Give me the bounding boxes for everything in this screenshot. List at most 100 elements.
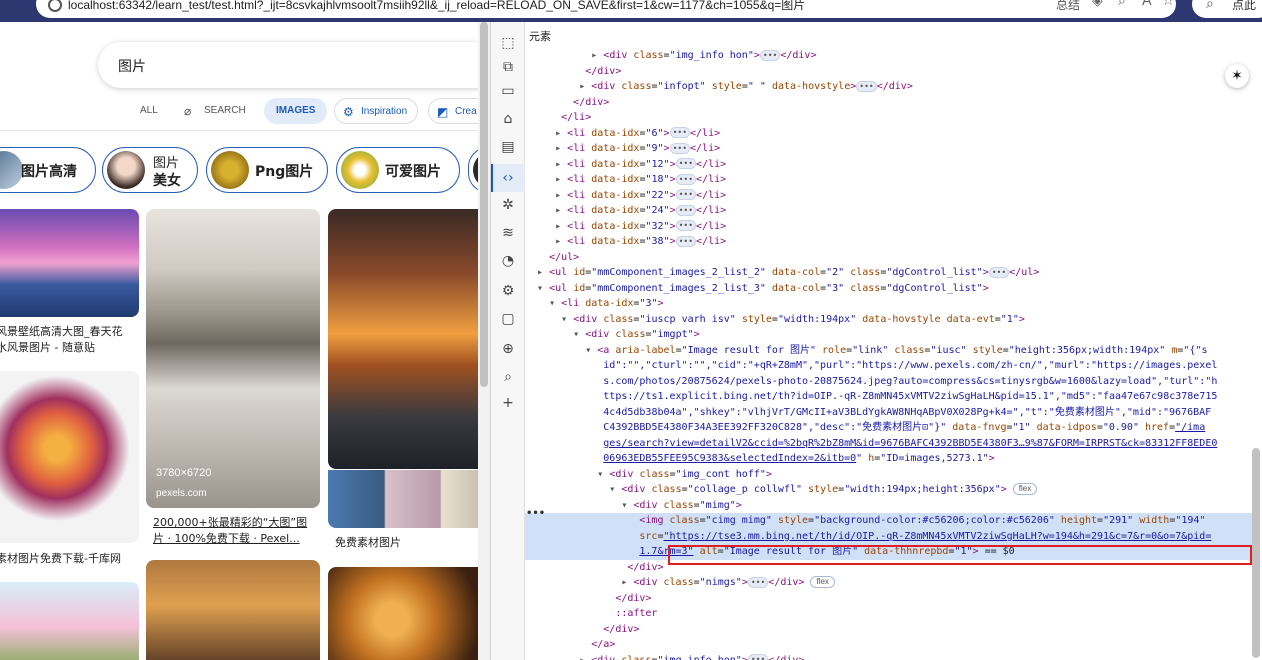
dom-node-selected[interactable]: src="https://tse3.mm.bing.net/th/id/OIP.… [525,528,1253,544]
dom-node[interactable]: ▸ <li data-idx="6"> ••• </li> [525,126,1253,142]
chip-label: 图片高清 [21,164,77,180]
tab-inspiration[interactable]: ⚙ Inspiration [334,98,419,124]
dom-node[interactable]: 06963EDB55FEE95C9383&selectedIndex=2&itb… [525,451,1253,467]
reader-icon[interactable]: ◈ [1092,0,1103,9]
page-scrollbar[interactable] [478,22,490,660]
dom-node[interactable]: </div> [525,95,1253,111]
tab-all[interactable]: ALL [140,98,158,124]
dom-node-selected[interactable]: <img class="cimg mimg" style="background… [525,513,1253,529]
dom-node[interactable]: ▸ <li data-idx="22"> ••• </li> [525,188,1253,204]
dom-node[interactable]: ▾ <div class="iuscp varh isv" style="wid… [525,312,1253,328]
memory-icon[interactable]: ⚙ [499,282,517,300]
chip-beauty[interactable]: 图片 美女 [102,147,198,193]
elements-icon[interactable]: ‹› [499,169,517,187]
dom-node[interactable]: </ul> [525,250,1253,266]
device-icon[interactable]: ⧉ [499,58,517,76]
dom-node[interactable]: ▾ <a aria-label="Image result for 图片" ro… [525,343,1253,359]
dom-node[interactable]: ▸ <div class="nimgs"> ••• </div> flex [525,575,1253,591]
chip-thumbnail [0,151,23,189]
security-icon[interactable]: ⊕ [499,340,517,358]
dom-node[interactable]: ▾ <div class="collage_p collwfl" style="… [525,482,1253,498]
chip-thumbnail [107,151,145,189]
image-caption[interactable]: 免费素材图片 [335,535,401,551]
devtools-scrollbar-thumb[interactable] [1252,448,1260,658]
chip-label-line2: 美女 [153,173,181,189]
page-scrollbar-thumb[interactable] [480,22,488,387]
dom-node[interactable]: C4392BBD5E4380F34A3EE392FF320C828","desc… [525,420,1253,436]
dom-node[interactable]: ttps://ts1.explicit.bing.net/th?id=OIP.-… [525,389,1253,405]
chip-hd[interactable]: 图片高清 [0,147,96,193]
sidebar-search-text: 点此 [1232,0,1257,12]
dom-node[interactable]: ▸ <li data-idx="9"> ••• </li> [525,141,1253,157]
add-tool-icon[interactable]: + [499,394,517,412]
image-caption[interactable]: 水风景图片 - 随意贴 [0,340,95,356]
image-caption[interactable]: 风景壁纸高清大图_春天花 [0,324,123,340]
chip-cute[interactable]: 可爱图片 [336,147,460,193]
dom-node[interactable]: ▸ <div class="infopt" style=" " data-hov… [525,79,1253,95]
tabs-divider [0,130,478,131]
dom-node[interactable]: ▾ <div class="imgpt"> [525,327,1253,343]
dom-node[interactable]: ▾ <div class="img_cont hoff"> [525,467,1253,483]
dom-node[interactable]: </div> [525,591,1253,607]
inspect-icon[interactable]: ⬚ [499,34,517,52]
devtools-activity-bar: ⬚ ⧉ ▭ ⌂ ▤ ‹› ✲ ≋ ◔ ⚙ ▢ ⊕ ⌕ + [491,22,525,660]
chip-png[interactable]: Png图片 [206,147,328,193]
dom-node[interactable]: 4c4d5db38b04a","shkey":"vlhjVrT/GMcII+aV… [525,405,1253,421]
dom-node[interactable]: ▾ <ul id="mmComponent_images_2_list_3" d… [525,281,1253,297]
console-icon[interactable]: ▤ [499,138,517,156]
search-icon[interactable]: ⌕ [1118,0,1126,9]
welcome-icon[interactable]: ⌂ [499,110,517,128]
image-caption-link[interactable]: 片 · 100%免费下载 · Pexel... [153,531,300,547]
browser-toolbar: localhost:63342/learn_test/test.html?_ij… [0,0,1262,22]
dom-node[interactable]: </li> [525,110,1253,126]
search-query[interactable]: 图片 [118,56,146,76]
node-actions-dots[interactable]: ••• [526,508,545,519]
dom-node[interactable]: ▸ <li data-idx="24"> ••• </li> [525,203,1253,219]
search-box[interactable]: 图片 [98,42,490,88]
dom-node[interactable]: ▸ <div class="img_info hon"> ••• </div> [525,48,1253,64]
performance-icon[interactable]: ◔ [499,252,517,270]
dom-node[interactable]: ▸ <ul id="mmComponent_images_2_list_2" d… [525,265,1253,281]
chip-label: Png图片 [255,164,314,180]
dom-node[interactable]: ▸ <li data-idx="32"> ••• </li> [525,219,1253,235]
dom-node[interactable]: s.com/photos/20875624/pexels-photo-20875… [525,374,1253,390]
dom-node[interactable]: ▾ <div class="mimg"> [525,498,1253,514]
image-caption[interactable]: 素材图片免费下载-千库网 [0,551,121,567]
image-collage[interactable] [328,470,488,528]
dom-node[interactable]: </div> [525,622,1253,638]
dom-node[interactable]: ▸ <li data-idx="38"> ••• </li> [525,234,1253,250]
application-icon[interactable]: ▢ [499,310,517,328]
image-result[interactable] [0,582,139,660]
network-wifi-icon[interactable]: ≋ [499,224,517,242]
window-icon[interactable]: ▭ [499,82,517,100]
image-result[interactable] [0,209,139,317]
image-resolution: 3780×6720 [156,467,212,479]
favorite-star-icon[interactable]: ☆ [1162,0,1175,9]
image-result[interactable] [328,209,488,469]
tab-search[interactable]: ⌀ SEARCH [184,98,246,124]
image-caption-link[interactable]: 200,000+张最精彩的“大图”图 [153,515,307,531]
dom-node[interactable]: ▸ <li data-idx="18"> ••• </li> [525,172,1253,188]
site-info-icon[interactable] [48,0,62,12]
search-icon[interactable]: ⌕ [499,368,517,386]
image-result[interactable] [328,567,488,660]
dom-node[interactable]: ▾ <li data-idx="3"> [525,296,1253,312]
image-result[interactable] [146,560,320,660]
sources-bug-icon[interactable]: ✲ [499,196,517,214]
text-size-icon[interactable]: A [1142,0,1152,9]
dom-node[interactable]: ges/search?view=detailV2&ccid=%2bqR%2bZ8… [525,436,1253,452]
address-url[interactable]: localhost:63342/learn_test/test.html?_ij… [68,0,805,13]
dom-node[interactable]: ▸ <li data-idx="12"> ••• </li> [525,157,1253,173]
devtools-scrollbar[interactable] [1251,52,1261,658]
image-result[interactable] [0,371,139,543]
dom-node[interactable]: </div> [525,64,1253,80]
dom-node[interactable]: ::after [525,606,1253,622]
dom-node[interactable]: id":"","cturl":"","cid":"+qR+Z8mM","purl… [525,358,1253,374]
sidebar-search-box[interactable]: ⌕ 点此 [1192,0,1262,18]
image-result[interactable]: 3780×6720 pexels.com [146,209,320,508]
tab-images[interactable]: IMAGES [264,98,328,124]
accessibility-icon[interactable]: ✶ [1225,64,1249,88]
address-bar[interactable]: localhost:63342/learn_test/test.html?_ij… [36,0,1176,18]
dom-node[interactable]: </a> [525,637,1253,653]
dom-node[interactable]: ▸ <div class="img_info hon"> ••• </div> [525,653,1253,660]
